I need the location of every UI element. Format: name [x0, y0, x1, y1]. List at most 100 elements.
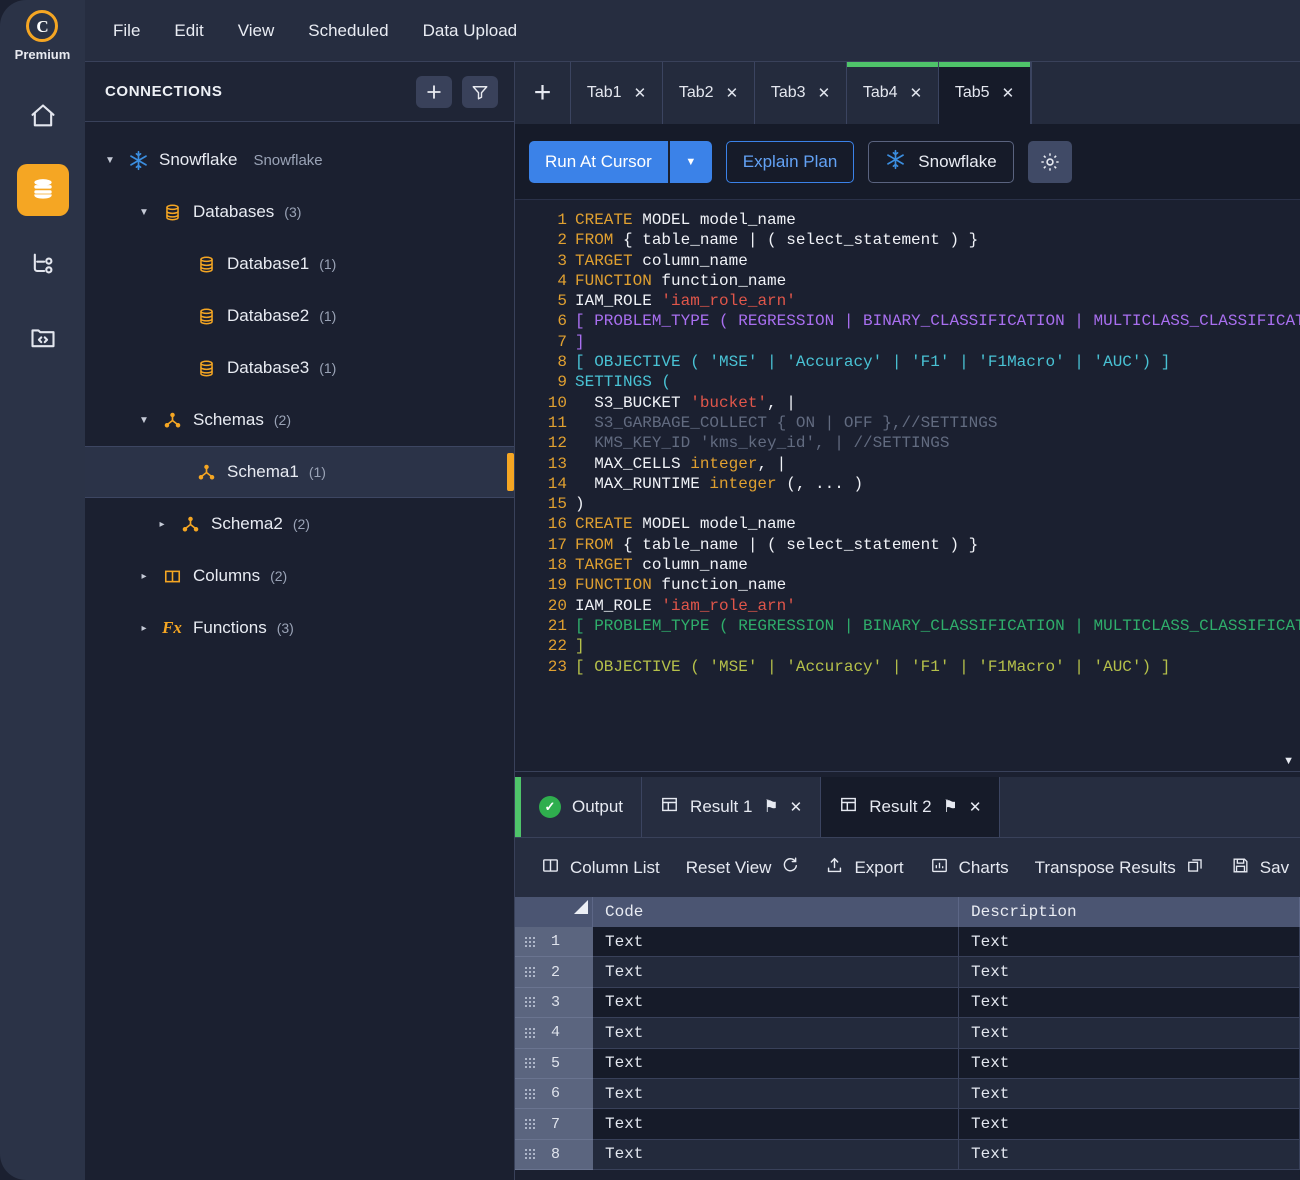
drag-handle-icon[interactable]	[525, 936, 535, 947]
row-number-cell[interactable]: 8	[515, 1139, 593, 1171]
code-line[interactable]: SETTINGS (	[575, 372, 1300, 392]
code-line[interactable]: [ OBJECTIVE ( 'MSE' | 'Accuracy' | 'F1' …	[575, 657, 1300, 677]
sql-code-editor[interactable]: 1 2 3 4 5 6 7 8 9 10 11 12 13 14 15 16 17 18 19 20 21 22 23 CR…	[515, 200, 1300, 771]
reset-view-button[interactable]: Reset View	[686, 856, 800, 879]
results-grid[interactable]: Code Description 1 Text Text 2 Text Text 3 Text…	[515, 897, 1300, 1180]
code-line[interactable]: ]	[575, 332, 1300, 352]
tab-tab3[interactable]: Tab3 ✕	[755, 62, 847, 124]
code-line[interactable]: ]	[575, 636, 1300, 656]
close-icon[interactable]: ✕	[969, 798, 982, 816]
table-cell[interactable]: Text	[593, 1048, 959, 1079]
close-icon[interactable]: ✕	[790, 798, 803, 816]
chevron-down-icon[interactable]: ▼	[103, 155, 117, 166]
menu-file[interactable]: File	[113, 21, 140, 41]
code-line[interactable]: TARGET column_name	[575, 555, 1300, 575]
table-cell[interactable]: Text	[959, 1139, 1300, 1171]
table-row[interactable]: 6 Text Text	[515, 1078, 1300, 1110]
chevron-down-icon[interactable]: ▼	[137, 207, 151, 218]
code-line[interactable]: S3_GARBAGE_COLLECT { ON | OFF },//SETTIN…	[575, 413, 1300, 433]
workflow-icon[interactable]	[17, 238, 69, 290]
pin-icon[interactable]: ⚑	[763, 797, 778, 817]
menu-view[interactable]: View	[238, 21, 275, 41]
table-cell[interactable]: Text	[593, 1018, 959, 1049]
tab-tab1[interactable]: Tab1 ✕	[571, 62, 663, 124]
table-cell[interactable]: Text	[959, 1048, 1300, 1079]
gear-icon[interactable]	[1027, 140, 1072, 183]
explain-plan-button[interactable]: Explain Plan	[725, 140, 855, 183]
drag-handle-icon[interactable]	[525, 997, 535, 1008]
table-cell[interactable]: Text	[959, 1078, 1300, 1110]
run-at-cursor-group[interactable]: Run At Cursor ▼	[529, 140, 712, 183]
table-cell[interactable]: Text	[593, 927, 959, 958]
chevron-right-icon[interactable]: ▸	[155, 519, 169, 530]
code-line[interactable]: [ OBJECTIVE ( 'MSE' | 'Accuracy' | 'F1' …	[575, 352, 1300, 372]
row-number-cell[interactable]: 2	[515, 957, 593, 988]
export-button[interactable]: Export	[825, 856, 904, 880]
new-tab-button[interactable]: +	[515, 62, 571, 124]
chevron-right-icon[interactable]: ▸	[137, 623, 151, 634]
close-icon[interactable]: ✕	[1002, 84, 1015, 102]
column-header-code[interactable]: Code	[593, 897, 959, 927]
code-line[interactable]: [ PROBLEM_TYPE ( REGRESSION | BINARY_CLA…	[575, 311, 1300, 331]
home-icon[interactable]	[17, 90, 69, 142]
tree-node-schema2[interactable]: ▸ Schema2 (2)	[85, 498, 514, 550]
close-icon[interactable]: ✕	[818, 84, 831, 102]
tab-tab4[interactable]: Tab4 ✕	[847, 62, 939, 124]
tree-node-schemas[interactable]: ▼ Schemas (2)	[85, 394, 514, 446]
chevron-down-icon[interactable]: ▼	[137, 415, 151, 426]
code-line[interactable]: MAX_CELLS integer, |	[575, 454, 1300, 474]
code-line[interactable]: FUNCTION function_name	[575, 575, 1300, 595]
transpose-results-button[interactable]: Transpose Results	[1035, 856, 1205, 880]
add-connection-button[interactable]	[416, 75, 452, 108]
database-icon[interactable]	[16, 164, 69, 216]
results-tab-output[interactable]: ✓ Output	[521, 777, 643, 837]
code-line[interactable]: FUNCTION function_name	[575, 271, 1300, 291]
table-cell[interactable]: Text	[959, 927, 1300, 958]
code-line[interactable]: )	[575, 494, 1300, 514]
table-row[interactable]: 1 Text Text	[515, 927, 1300, 958]
code-line[interactable]: KMS_KEY_ID 'kms_key_id', | //SETTINGS	[575, 433, 1300, 453]
table-cell[interactable]: Text	[593, 1078, 959, 1110]
row-number-cell[interactable]: 1	[515, 927, 593, 958]
code-line[interactable]: [ PROBLEM_TYPE ( REGRESSION | BINARY_CLA…	[575, 616, 1300, 636]
charts-button[interactable]: Charts	[930, 856, 1009, 880]
drag-handle-icon[interactable]	[525, 1058, 535, 1069]
connection-selector-button[interactable]: Snowflake	[868, 140, 1014, 183]
code-line[interactable]: CREATE MODEL model_name	[575, 514, 1300, 534]
table-row[interactable]: 3 Text Text	[515, 987, 1300, 1019]
tree-node-schema1[interactable]: ▸ Schema1 (1)	[85, 446, 514, 498]
table-row[interactable]: 5 Text Text	[515, 1048, 1300, 1079]
table-row[interactable]: 2 Text Text	[515, 957, 1300, 988]
menu-scheduled[interactable]: Scheduled	[308, 21, 388, 41]
row-number-cell[interactable]: 6	[515, 1078, 593, 1110]
table-cell[interactable]: Text	[959, 1018, 1300, 1049]
row-number-cell[interactable]: 3	[515, 987, 593, 1019]
select-all-corner-icon[interactable]	[515, 897, 593, 927]
menu-data-upload[interactable]: Data Upload	[423, 21, 518, 41]
save-button[interactable]: Sav	[1231, 856, 1289, 880]
row-number-cell[interactable]: 4	[515, 1018, 593, 1049]
table-cell[interactable]: Text	[959, 1109, 1300, 1140]
tree-node-columns[interactable]: ▸ Columns (2)	[85, 550, 514, 602]
close-icon[interactable]: ✕	[726, 84, 739, 102]
run-at-cursor-button[interactable]: Run At Cursor	[529, 140, 668, 183]
tab-tab2[interactable]: Tab2 ✕	[663, 62, 755, 124]
row-number-cell[interactable]: 5	[515, 1048, 593, 1079]
code-line[interactable]: IAM_ROLE 'iam_role_arn'	[575, 291, 1300, 311]
table-cell[interactable]: Text	[959, 957, 1300, 988]
table-cell[interactable]: Text	[593, 1139, 959, 1171]
drag-handle-icon[interactable]	[525, 1027, 535, 1038]
pin-icon[interactable]: ⚑	[943, 797, 958, 817]
code-line[interactable]: CREATE MODEL model_name	[575, 210, 1300, 230]
code-line[interactable]: TARGET column_name	[575, 251, 1300, 271]
tree-node-functions[interactable]: ▸ Fx Functions (3)	[85, 602, 514, 654]
tree-node-snowflake[interactable]: ▼ Snowflake Snowflake	[85, 134, 514, 186]
drag-handle-icon[interactable]	[525, 1149, 535, 1160]
tab-tab5[interactable]: Tab5 ✕	[939, 62, 1031, 124]
table-row[interactable]: 8 Text Text	[515, 1139, 1300, 1171]
code-line[interactable]: IAM_ROLE 'iam_role_arn'	[575, 596, 1300, 616]
code-line[interactable]: FROM { table_name | ( select_statement )…	[575, 535, 1300, 555]
menu-edit[interactable]: Edit	[174, 21, 203, 41]
run-options-chevron-down-icon[interactable]: ▼	[669, 140, 712, 183]
drag-handle-icon[interactable]	[525, 1088, 535, 1099]
